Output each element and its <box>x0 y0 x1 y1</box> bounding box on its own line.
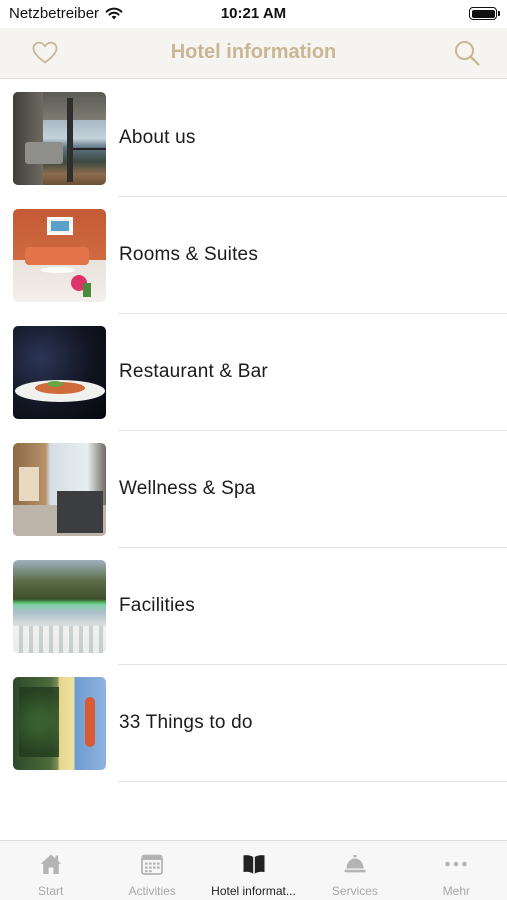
list-item-restaurant-bar[interactable]: Restaurant & Bar <box>0 314 507 431</box>
list-item-facilities[interactable]: Facilities <box>0 548 507 665</box>
navigation-bar: Hotel information <box>0 28 507 79</box>
list-item-about-us[interactable]: About us <box>0 80 507 197</box>
tab-label: Hotel informat... <box>211 884 296 898</box>
tab-activities[interactable]: Activities <box>101 841 202 900</box>
tab-label: Mehr <box>442 884 470 898</box>
things-to-do-image <box>13 677 106 770</box>
list-item-things-to-do[interactable]: 33 Things to do <box>0 665 507 782</box>
hotel-info-list: About us Rooms & Suites Restaurant & Bar… <box>0 80 507 782</box>
calendar-icon <box>141 854 164 875</box>
status-bar: Netzbetreiber 10:21 AM <box>0 0 507 28</box>
page-title: Hotel information <box>170 41 337 63</box>
facilities-image <box>13 560 106 653</box>
tab-label: Start <box>38 884 64 898</box>
list-item-label: Restaurant & Bar <box>119 361 268 382</box>
home-icon <box>40 854 61 874</box>
search-icon[interactable] <box>453 39 481 67</box>
list-item-rooms-suites[interactable]: Rooms & Suites <box>0 197 507 314</box>
about-us-image <box>13 92 106 185</box>
divider <box>118 781 507 782</box>
tab-label: Activities <box>128 884 176 898</box>
tab-services[interactable]: Services <box>304 841 405 900</box>
tab-start[interactable]: Start <box>0 841 101 900</box>
list-item-label: Wellness & Spa <box>119 478 256 499</box>
tab-more[interactable]: Mehr <box>406 841 507 900</box>
book-icon <box>243 855 265 874</box>
restaurant-bar-image <box>13 326 106 419</box>
list-item-label: Facilities <box>119 595 195 616</box>
list-item-wellness-spa[interactable]: Wellness & Spa <box>0 431 507 548</box>
wellness-spa-image <box>13 443 106 536</box>
rooms-suites-image <box>13 209 106 302</box>
list-item-label: Rooms & Suites <box>119 244 259 265</box>
status-time: 10:21 AM <box>220 5 287 22</box>
list-item-label: 33 Things to do <box>119 712 253 733</box>
more-dots-icon <box>445 861 468 867</box>
tab-label: Services <box>331 884 378 898</box>
tab-bar: Start Activities Hotel informat... Servi… <box>0 840 507 900</box>
list-item-label: About us <box>119 127 196 148</box>
service-bell-icon <box>344 855 366 873</box>
battery-icon <box>469 7 500 20</box>
tab-hotel-information[interactable]: Hotel informat... <box>203 841 304 900</box>
